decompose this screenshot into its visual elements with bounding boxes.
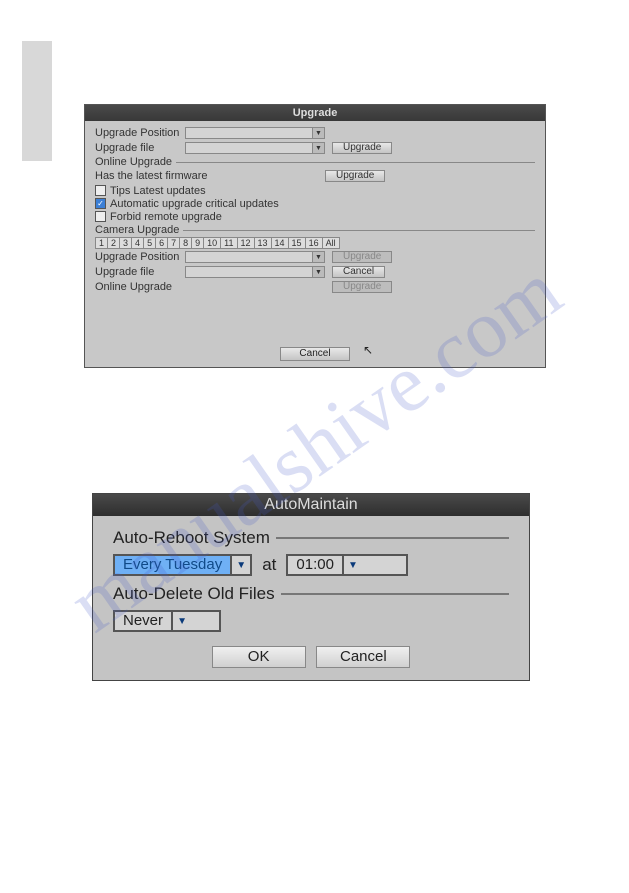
cursor-icon: ↖: [363, 343, 373, 357]
upgrade-dialog: Upgrade Upgrade Position ▼ Upgrade file …: [84, 104, 546, 368]
delete-section: Auto-Delete Old Files: [113, 584, 509, 604]
online-upgrade-button[interactable]: Upgrade: [325, 170, 385, 182]
upgrade-position-label: Upgrade Position: [95, 127, 185, 139]
upgrade-body: Upgrade Position ▼ Upgrade file ▼ Upgrad…: [85, 121, 545, 300]
tips-label: Tips Latest updates: [110, 185, 206, 197]
reboot-time-select[interactable]: 01:00 ▼: [286, 554, 408, 576]
cam-upgrade-button: Upgrade: [332, 251, 392, 263]
ok-button[interactable]: OK: [212, 646, 306, 668]
cam-online-upgrade-button: Upgrade: [332, 281, 392, 293]
chevron-down-icon: ▼: [230, 556, 250, 574]
upgrade-position-select[interactable]: ▼: [185, 127, 325, 139]
chevron-down-icon: ▼: [312, 128, 324, 138]
upgrade-button[interactable]: Upgrade: [332, 142, 392, 154]
cam-file-select[interactable]: ▼: [185, 266, 325, 278]
automaintain-body: Auto-Reboot System Every Tuesday ▼ at 01…: [93, 516, 529, 680]
camera-channel-All[interactable]: All: [322, 237, 340, 249]
chevron-down-icon: ▼: [171, 612, 191, 630]
camera-channel-16[interactable]: 16: [305, 237, 323, 249]
cam-online-label: Online Upgrade: [95, 281, 185, 293]
upgrade-file-select[interactable]: ▼: [185, 142, 325, 154]
auto-upgrade-label: Automatic upgrade critical updates: [110, 198, 279, 210]
camera-channel-15[interactable]: 15: [288, 237, 306, 249]
automaintain-dialog: AutoMaintain Auto-Reboot System Every Tu…: [92, 493, 530, 681]
at-label: at: [262, 555, 276, 575]
chevron-down-icon: ▼: [342, 556, 362, 574]
auto-upgrade-checkbox[interactable]: ✓: [95, 198, 106, 209]
cam-file-label: Upgrade file: [95, 266, 185, 278]
upgrade-title: Upgrade: [85, 105, 545, 121]
cam-position-label: Upgrade Position: [95, 251, 185, 263]
upgrade-file-label: Upgrade file: [95, 142, 185, 154]
camera-channel-14[interactable]: 14: [271, 237, 289, 249]
chevron-down-icon: ▼: [312, 252, 324, 262]
cancel-button[interactable]: Cancel: [316, 646, 410, 668]
cam-position-select[interactable]: ▼: [185, 251, 325, 263]
chevron-down-icon: ▼: [312, 267, 324, 277]
camera-channel-10[interactable]: 10: [203, 237, 221, 249]
chevron-down-icon: ▼: [312, 143, 324, 153]
forbid-label: Forbid remote upgrade: [110, 211, 222, 223]
automaintain-title: AutoMaintain: [93, 494, 529, 516]
reboot-section: Auto-Reboot System: [113, 528, 509, 548]
camera-channel-12[interactable]: 12: [237, 237, 255, 249]
footer-cancel-button[interactable]: Cancel: [280, 347, 349, 361]
camera-channel-13[interactable]: 13: [254, 237, 272, 249]
cam-cancel-button[interactable]: Cancel: [332, 266, 385, 278]
reboot-day-select[interactable]: Every Tuesday ▼: [113, 554, 252, 576]
tips-checkbox[interactable]: [95, 185, 106, 196]
delete-select[interactable]: Never ▼: [113, 610, 221, 632]
camera-channel-11[interactable]: 11: [220, 237, 237, 249]
forbid-checkbox[interactable]: [95, 211, 106, 222]
camera-upgrade-section: Camera Upgrade: [95, 224, 535, 236]
firmware-status: Has the latest firmware: [95, 170, 325, 182]
side-tab: [22, 41, 52, 161]
camera-channel-row: 12345678910111213141516All: [95, 237, 535, 249]
online-upgrade-section: Online Upgrade: [95, 156, 535, 168]
